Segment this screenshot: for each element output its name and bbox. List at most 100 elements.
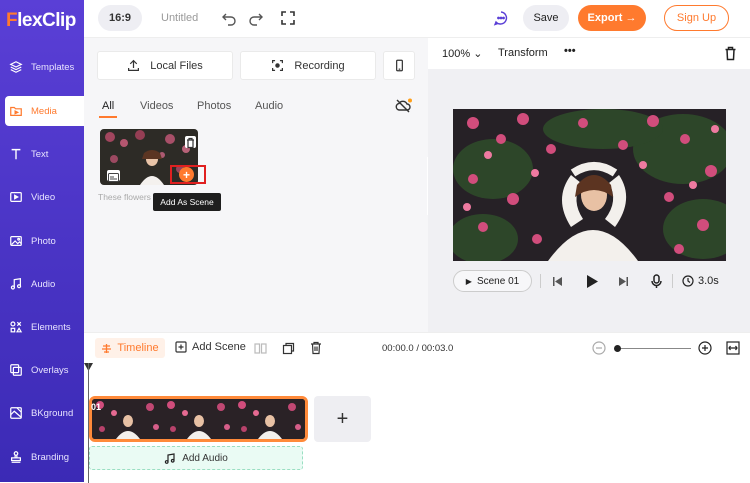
timecode: 00:00.0 / 00:03.0: [382, 343, 454, 354]
add-as-scene-button[interactable]: +: [179, 167, 194, 182]
zoom-dropdown[interactable]: 100% ⌄: [442, 47, 482, 60]
next-icon[interactable]: [618, 276, 629, 287]
undo-icon[interactable]: [221, 10, 237, 26]
sidebar-item-label: BKground: [31, 407, 74, 419]
sidebar-item-label: Photo: [31, 235, 56, 247]
chevron-down-icon: ⌄: [473, 48, 483, 60]
scene-label: Scene 01: [476, 275, 520, 287]
top-bar: 16:9 Untitled Save Export → Sign Up: [84, 0, 750, 38]
fullscreen-icon[interactable]: [280, 10, 296, 26]
play-small-icon: ▶: [465, 276, 472, 286]
media-type-icon: [107, 170, 120, 182]
scene-duration[interactable]: 3.0s: [698, 275, 719, 287]
scene-selector[interactable]: ▶ Scene 01: [453, 270, 532, 292]
sidebar-item-elements[interactable]: Elements: [0, 312, 84, 342]
tab-videos[interactable]: Videos: [140, 100, 173, 112]
sidebar: FlexClip Templates Media Text Video Phot…: [0, 0, 84, 482]
sidebar-item-label: Branding: [31, 451, 70, 463]
zoom-slider-handle[interactable]: [614, 345, 621, 352]
local-files-button[interactable]: Local Files: [97, 51, 233, 80]
add-scene-label: Add Scene: [192, 341, 246, 353]
tab-audio[interactable]: Audio: [255, 100, 283, 112]
tab-photos[interactable]: Photos: [197, 100, 231, 112]
microphone-icon[interactable]: [650, 274, 663, 289]
transform-button[interactable]: Transform: [498, 47, 548, 59]
tooltip: Add As Scene: [153, 193, 221, 211]
background-icon: [10, 407, 22, 419]
divider: [672, 274, 673, 288]
add-audio-button[interactable]: Add Audio: [89, 446, 303, 470]
upload-icon: [128, 59, 140, 71]
timeline-panel: Timeline Add Scene 00:00.0 / 00:03.0 01: [84, 332, 750, 483]
sidebar-item-label: Text: [31, 148, 49, 160]
export-button[interactable]: Export →: [578, 5, 646, 31]
previous-icon[interactable]: [552, 276, 563, 287]
music-note-icon: [10, 278, 22, 290]
preview-image: [453, 109, 726, 261]
sidebar-item-label: Templates: [31, 61, 75, 73]
active-tab-indicator: [99, 116, 117, 118]
sidebar-item-photo[interactable]: Photo: [0, 226, 84, 256]
sign-up-button[interactable]: Sign Up: [664, 5, 729, 31]
fit-timeline-icon[interactable]: [726, 341, 740, 355]
cloud-off-icon[interactable]: [395, 98, 412, 113]
clock-icon: [682, 275, 694, 287]
sidebar-item-label: Overlays: [31, 364, 69, 376]
aspect-ratio-button[interactable]: 16:9: [98, 5, 142, 31]
sidebar-item-branding[interactable]: Branding: [0, 442, 84, 472]
save-button[interactable]: Save: [523, 5, 569, 31]
video-preview[interactable]: [453, 109, 726, 261]
media-panel: Local Files Recording All Videos Photos …: [84, 38, 428, 332]
sidebar-item-bkground[interactable]: BKground: [0, 398, 84, 428]
more-options-button[interactable]: •••: [564, 45, 576, 57]
sidebar-item-label: Elements: [31, 321, 71, 333]
add-audio-label: Add Audio: [182, 452, 228, 464]
chat-icon[interactable]: [493, 10, 509, 26]
clip-thumbnails: [92, 399, 305, 439]
stamp-icon: [11, 451, 21, 463]
split-icon[interactable]: [254, 342, 267, 355]
sidebar-item-audio[interactable]: Audio: [0, 269, 84, 299]
scene-clip[interactable]: [89, 396, 308, 442]
zoom-out-icon[interactable]: [592, 341, 606, 355]
music-note-icon: [164, 452, 175, 464]
duplicate-icon[interactable]: [282, 342, 295, 355]
layers-icon: [9, 61, 23, 73]
sidebar-item-media[interactable]: Media: [5, 96, 84, 126]
flexclip-logo[interactable]: FlexClip: [6, 10, 76, 32]
play-icon[interactable]: [585, 274, 599, 289]
trash-icon[interactable]: [185, 136, 196, 149]
sidebar-item-video[interactable]: Video: [0, 182, 84, 212]
add-scene-button[interactable]: Add Scene: [175, 341, 246, 353]
sidebar-item-label: Video: [31, 191, 56, 203]
plus-square-icon: [175, 341, 187, 353]
timeline-icon: [102, 343, 112, 353]
recording-button[interactable]: Recording: [240, 51, 376, 80]
divider: [540, 274, 541, 288]
redo-icon[interactable]: [248, 10, 264, 26]
preview-toolbar: 100% ⌄ Transform •••: [428, 38, 750, 69]
trash-icon[interactable]: [310, 341, 322, 355]
trash-icon[interactable]: [724, 46, 737, 61]
sidebar-item-templates[interactable]: Templates: [0, 52, 84, 82]
project-title[interactable]: Untitled: [161, 12, 198, 24]
sidebar-item-overlays[interactable]: Overlays: [0, 355, 84, 385]
add-clip-button[interactable]: +: [314, 396, 371, 442]
tab-all[interactable]: All: [102, 100, 114, 112]
record-icon: [272, 60, 284, 71]
sidebar-item-label: Audio: [31, 278, 56, 290]
preview-panel: 100% ⌄ Transform ••• ▶ Scene 01 3.0s: [428, 38, 750, 332]
media-item-caption: These flowers: [98, 192, 151, 202]
photo-icon: [10, 236, 22, 246]
recording-label: Recording: [294, 59, 345, 72]
zoom-slider-track[interactable]: [615, 348, 691, 349]
local-files-label: Local Files: [150, 59, 203, 72]
sidebar-item-text[interactable]: Text: [0, 139, 84, 169]
zoom-in-icon[interactable]: [698, 341, 712, 355]
timeline-tab-label: Timeline: [117, 342, 159, 354]
text-icon: [11, 148, 21, 160]
video-icon: [10, 192, 22, 202]
elements-icon: [10, 321, 23, 333]
timeline-tab[interactable]: Timeline: [95, 338, 165, 358]
phone-upload-button[interactable]: [383, 51, 415, 80]
